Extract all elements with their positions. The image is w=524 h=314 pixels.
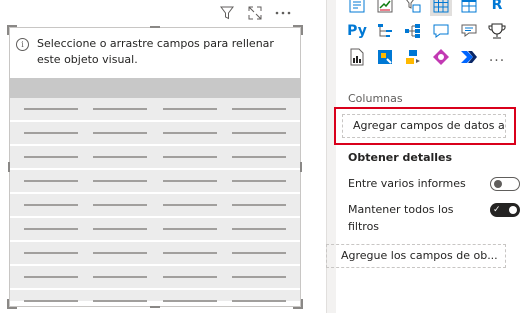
placeholder-line <box>162 276 217 278</box>
table-placeholder-row <box>10 242 300 266</box>
placeholder-line <box>93 204 148 206</box>
info-icon: i <box>16 38 29 51</box>
placeholder-line <box>232 300 287 302</box>
columns-field-well[interactable]: Agregar campos de datos a... <box>342 114 506 138</box>
toggle-knob <box>509 206 517 214</box>
cross-report-row: Entre varios informes <box>348 175 520 192</box>
table-placeholder-row <box>10 218 300 242</box>
placeholder-line <box>162 180 217 182</box>
placeholder-line <box>23 204 78 206</box>
placeholder-line <box>162 252 217 254</box>
visual-header <box>218 4 292 22</box>
placeholder-line <box>93 132 148 134</box>
placeholder-line <box>23 108 78 110</box>
columns-label: Columnas <box>348 92 403 105</box>
placeholder-line <box>162 228 217 230</box>
toggle-knob <box>494 180 502 188</box>
placeholder-line <box>93 108 148 110</box>
placeholder-line <box>23 252 78 254</box>
table-placeholder-header <box>10 78 300 98</box>
placeholder-line <box>23 156 78 158</box>
drillthrough-field-well[interactable]: Agregue los campos de ob... <box>326 244 506 268</box>
r-script-visual-icon[interactable]: R <box>486 0 508 16</box>
placeholder-line <box>93 228 148 230</box>
placeholder-line <box>232 108 287 110</box>
azure-map-icon[interactable] <box>430 46 452 68</box>
kpi-icon[interactable] <box>374 0 396 16</box>
placeholder-line <box>232 276 287 278</box>
visualizations-pane: R Py ... Columnas Agregar campos de dato… <box>326 0 524 313</box>
table-placeholder-row <box>10 122 300 146</box>
table-placeholder-row <box>10 290 300 314</box>
key-influencers-icon[interactable] <box>374 20 396 42</box>
keep-filters-row: Mantener todos los filtros ✓ <box>348 201 520 235</box>
table-placeholder-row <box>10 98 300 122</box>
placeholder-line <box>93 252 148 254</box>
slicer-icon[interactable] <box>402 0 424 16</box>
placeholder-line <box>162 108 217 110</box>
table-visual[interactable]: i Seleccione o arrastre campos para rell… <box>7 25 303 314</box>
placeholder-line <box>232 228 287 230</box>
placeholder-line <box>232 204 287 206</box>
table-placeholder-body <box>10 98 300 314</box>
placeholder-line <box>23 180 78 182</box>
more-visuals-icon[interactable]: ... <box>486 46 508 68</box>
empty-visual-text: Seleccione o arrastre campos para rellen… <box>37 37 274 66</box>
python-visual-icon[interactable]: Py <box>346 20 368 42</box>
cross-report-label: Entre varios informes <box>348 177 466 190</box>
resize-handle-top-right[interactable] <box>293 25 303 35</box>
placeholder-line <box>162 204 217 206</box>
placeholder-line <box>23 132 78 134</box>
table-placeholder-row <box>10 170 300 194</box>
placeholder-line <box>232 132 287 134</box>
visualization-icon-grid: R Py ... <box>346 0 508 68</box>
power-automate-flow-icon[interactable] <box>458 46 480 68</box>
goals-icon[interactable] <box>486 20 508 42</box>
decomposition-tree-icon[interactable] <box>402 20 424 42</box>
placeholder-line <box>93 156 148 158</box>
placeholder-line <box>232 156 287 158</box>
keep-filters-toggle[interactable]: ✓ <box>490 203 520 217</box>
placeholder-line <box>93 180 148 182</box>
resize-handle-right[interactable] <box>300 162 302 172</box>
filter-icon[interactable] <box>218 4 236 22</box>
cross-report-toggle[interactable] <box>490 177 520 191</box>
table-icon[interactable] <box>430 0 452 16</box>
more-options-icon[interactable] <box>274 4 292 22</box>
resize-handle-top-left[interactable] <box>7 25 17 35</box>
table-placeholder-row <box>10 146 300 170</box>
placeholder-line <box>23 300 78 302</box>
placeholder-line <box>23 276 78 278</box>
matrix-icon[interactable] <box>346 0 368 16</box>
drillthrough-title: Obtener detalles <box>348 151 453 164</box>
power-automate-icon[interactable] <box>402 46 424 68</box>
placeholder-line <box>162 156 217 158</box>
smart-narrative-icon[interactable] <box>458 20 480 42</box>
placeholder-line <box>93 300 148 302</box>
empty-visual-message: i Seleccione o arrastre campos para rell… <box>16 36 294 68</box>
report-canvas: i Seleccione o arrastre campos para rell… <box>0 0 326 314</box>
matrix-table-icon[interactable] <box>458 0 480 16</box>
placeholder-line <box>162 300 217 302</box>
table-placeholder-row <box>10 266 300 290</box>
placeholder-line <box>232 252 287 254</box>
resize-handle-top[interactable] <box>150 26 160 28</box>
placeholder-line <box>23 228 78 230</box>
keep-filters-label: Mantener todos los filtros <box>348 203 454 233</box>
placeholder-line <box>93 276 148 278</box>
qa-icon[interactable] <box>430 20 452 42</box>
check-icon: ✓ <box>493 205 501 215</box>
placeholder-line <box>162 132 217 134</box>
table-placeholder-row <box>10 194 300 218</box>
placeholder-line <box>232 180 287 182</box>
power-apps-icon[interactable] <box>374 46 396 68</box>
paginated-report-icon[interactable] <box>346 46 368 68</box>
focus-mode-icon[interactable] <box>246 4 264 22</box>
